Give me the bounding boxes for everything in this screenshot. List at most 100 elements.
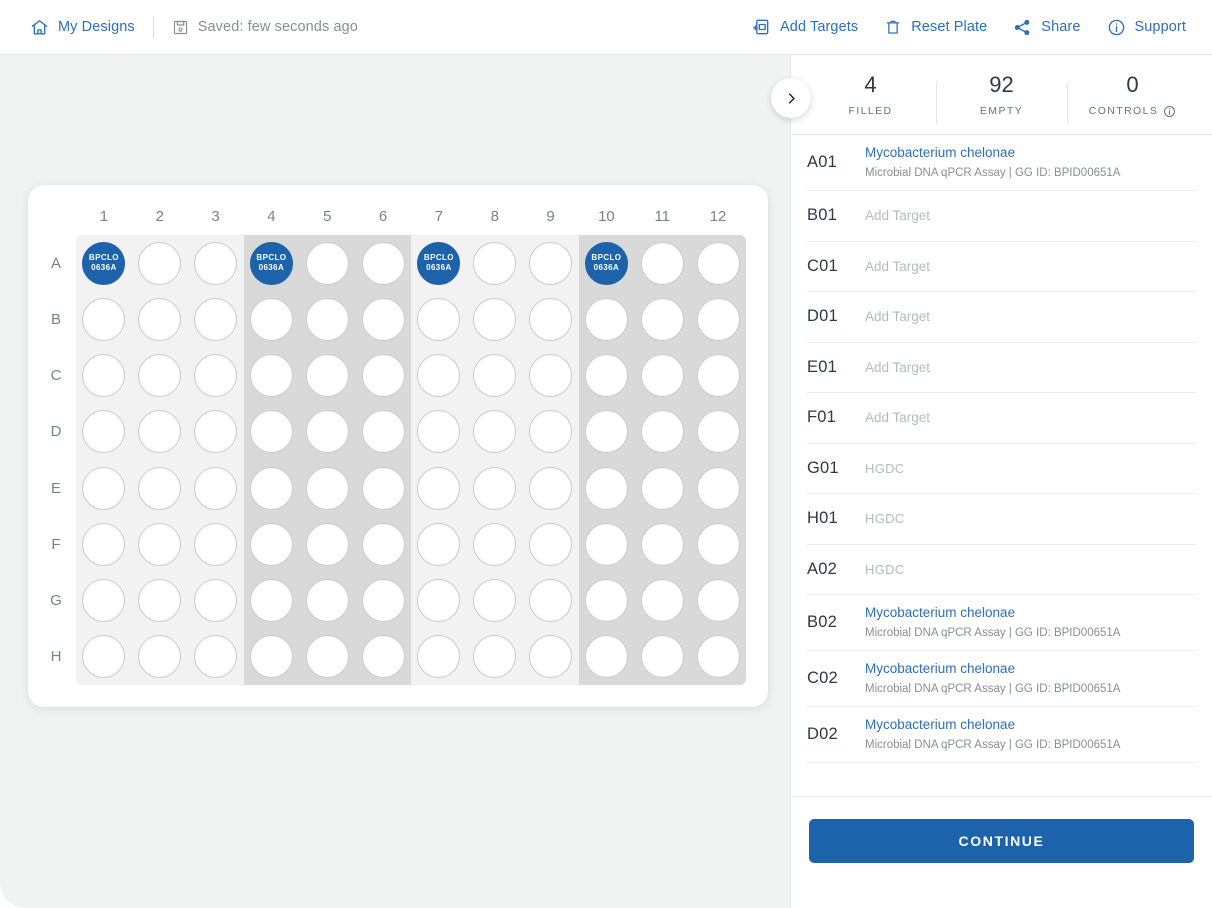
well-cell-D12[interactable] [690, 404, 746, 460]
well-H6-empty[interactable] [362, 635, 405, 678]
well-assignment-list[interactable]: A01Mycobacterium chelonaeMicrobial DNA q… [791, 135, 1212, 796]
well-C11-empty[interactable] [641, 354, 684, 397]
well-H2-empty[interactable] [138, 635, 181, 678]
panel-collapse-button[interactable] [771, 78, 811, 118]
well-A8-empty[interactable] [473, 242, 516, 285]
well-cell-C12[interactable] [690, 348, 746, 404]
well-cell-G5[interactable] [299, 573, 355, 629]
well-D2-empty[interactable] [138, 410, 181, 453]
well-H1-empty[interactable] [82, 635, 125, 678]
well-A4-filled[interactable]: BPCLO0636A [250, 242, 293, 285]
well-cell-F4[interactable] [243, 516, 299, 572]
well-cell-A10[interactable]: BPCLO0636A [578, 235, 634, 291]
well-cell-B8[interactable] [467, 291, 523, 347]
well-cell-C7[interactable] [411, 348, 467, 404]
well-A10-filled[interactable]: BPCLO0636A [585, 242, 628, 285]
well-list-row-C01[interactable]: C01Add Target [807, 242, 1196, 293]
well-F3-empty[interactable] [194, 523, 237, 566]
share-button[interactable]: Share [1013, 18, 1080, 37]
well-cell-G9[interactable] [523, 573, 579, 629]
well-C5-empty[interactable] [306, 354, 349, 397]
well-cell-A6[interactable] [355, 235, 411, 291]
well-list-row-H01[interactable]: H01HGDC [807, 494, 1196, 545]
well-B12-empty[interactable] [697, 298, 740, 341]
well-cell-A2[interactable] [132, 235, 188, 291]
well-row-body[interactable]: HGDC [865, 511, 1196, 526]
well-cell-E5[interactable] [299, 460, 355, 516]
well-D4-empty[interactable] [250, 410, 293, 453]
well-cell-E9[interactable] [523, 460, 579, 516]
well-E2-empty[interactable] [138, 467, 181, 510]
well-G4-empty[interactable] [250, 579, 293, 622]
well-row-body[interactable]: Add Target [865, 360, 1196, 375]
well-cell-F3[interactable] [188, 516, 244, 572]
well-cell-H2[interactable] [132, 629, 188, 685]
well-cell-F2[interactable] [132, 516, 188, 572]
well-cell-B10[interactable] [578, 291, 634, 347]
well-G5-empty[interactable] [306, 579, 349, 622]
well-cell-G2[interactable] [132, 573, 188, 629]
well-C7-empty[interactable] [417, 354, 460, 397]
well-cell-E2[interactable] [132, 460, 188, 516]
well-E10-empty[interactable] [585, 467, 628, 510]
well-cell-D5[interactable] [299, 404, 355, 460]
well-cell-A11[interactable] [634, 235, 690, 291]
well-cell-A9[interactable] [523, 235, 579, 291]
well-F8-empty[interactable] [473, 523, 516, 566]
well-B3-empty[interactable] [194, 298, 237, 341]
well-row-add-target-placeholder[interactable]: Add Target [865, 309, 1196, 324]
well-cell-B12[interactable] [690, 291, 746, 347]
well-C4-empty[interactable] [250, 354, 293, 397]
well-cell-F12[interactable] [690, 516, 746, 572]
well-F7-empty[interactable] [417, 523, 460, 566]
well-C6-empty[interactable] [362, 354, 405, 397]
well-row-body[interactable]: Mycobacterium chelonaeMicrobial DNA qPCR… [865, 603, 1196, 642]
well-list-row-C02[interactable]: C02Mycobacterium chelonaeMicrobial DNA q… [807, 651, 1196, 707]
well-F12-empty[interactable] [697, 523, 740, 566]
well-cell-B3[interactable] [188, 291, 244, 347]
well-E9-empty[interactable] [529, 467, 572, 510]
well-cell-D2[interactable] [132, 404, 188, 460]
well-H11-empty[interactable] [641, 635, 684, 678]
well-B4-empty[interactable] [250, 298, 293, 341]
well-E5-empty[interactable] [306, 467, 349, 510]
well-row-target-name[interactable]: Mycobacterium chelonae [865, 143, 1196, 163]
well-E11-empty[interactable] [641, 467, 684, 510]
well-cell-E7[interactable] [411, 460, 467, 516]
well-cell-E12[interactable] [690, 460, 746, 516]
well-row-target-name[interactable]: Mycobacterium chelonae [865, 659, 1196, 679]
well-E1-empty[interactable] [82, 467, 125, 510]
well-G8-empty[interactable] [473, 579, 516, 622]
well-list-row-G01[interactable]: G01HGDC [807, 444, 1196, 495]
well-B7-empty[interactable] [417, 298, 460, 341]
well-H3-empty[interactable] [194, 635, 237, 678]
well-D12-empty[interactable] [697, 410, 740, 453]
well-H4-empty[interactable] [250, 635, 293, 678]
well-D3-empty[interactable] [194, 410, 237, 453]
well-G10-empty[interactable] [585, 579, 628, 622]
well-F2-empty[interactable] [138, 523, 181, 566]
well-row-body[interactable]: Mycobacterium chelonaeMicrobial DNA qPCR… [865, 659, 1196, 698]
well-H7-empty[interactable] [417, 635, 460, 678]
well-B5-empty[interactable] [306, 298, 349, 341]
well-cell-E6[interactable] [355, 460, 411, 516]
well-cell-F9[interactable] [523, 516, 579, 572]
well-D8-empty[interactable] [473, 410, 516, 453]
well-cell-A5[interactable] [299, 235, 355, 291]
well-B11-empty[interactable] [641, 298, 684, 341]
well-cell-B4[interactable] [243, 291, 299, 347]
well-row-body[interactable]: Add Target [865, 259, 1196, 274]
well-row-add-target-placeholder[interactable]: Add Target [865, 360, 1196, 375]
well-list-row-A01[interactable]: A01Mycobacterium chelonaeMicrobial DNA q… [807, 135, 1196, 191]
well-F5-empty[interactable] [306, 523, 349, 566]
well-row-add-target-placeholder[interactable]: Add Target [865, 208, 1196, 223]
well-B2-empty[interactable] [138, 298, 181, 341]
well-cell-A4[interactable]: BPCLO0636A [243, 235, 299, 291]
well-A1-filled[interactable]: BPCLO0636A [82, 242, 125, 285]
well-F11-empty[interactable] [641, 523, 684, 566]
well-cell-G6[interactable] [355, 573, 411, 629]
well-E3-empty[interactable] [194, 467, 237, 510]
well-D6-empty[interactable] [362, 410, 405, 453]
well-cell-G7[interactable] [411, 573, 467, 629]
well-cell-E10[interactable] [578, 460, 634, 516]
